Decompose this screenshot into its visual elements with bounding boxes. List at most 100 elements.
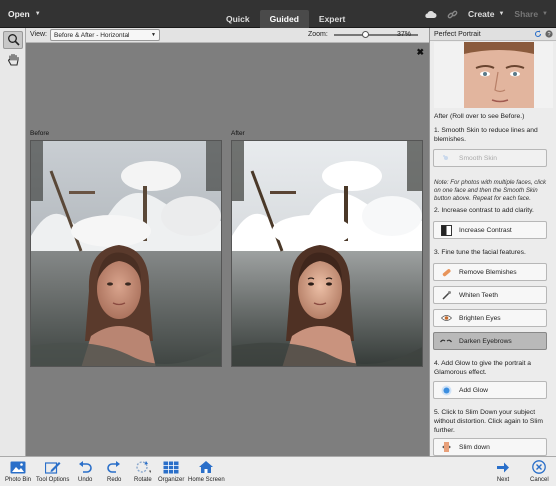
smooth-skin-button[interactable]: Smooth Skin [433,149,547,167]
step-2-text: 2. Increase contrast to add clarity. [434,207,534,214]
before-label: Before [30,130,50,137]
undo-icon [78,459,92,475]
cloud-icon[interactable] [424,10,437,19]
next-arrow-icon [496,459,510,475]
step-1-text: 1. Smooth Skin to reduce lines and blemi… [434,127,538,143]
tab-expert[interactable]: Expert [309,10,355,28]
slim-icon [440,441,452,453]
view-select[interactable]: Before & After - Horizontal ▼ [50,29,160,41]
cancel-button[interactable]: Cancel [530,459,549,483]
tab-quick[interactable]: Quick [216,10,260,28]
organizer-icon [163,459,179,475]
mode-tabs: Quick Guided Expert [216,10,355,28]
options-bar: View: Before & After - Horizontal ▼ Zoom… [26,28,429,43]
share-button[interactable]: Share ▼ [514,9,548,19]
cancel-label: Cancel [530,477,549,483]
darken-eyebrows-button[interactable]: Darken Eyebrows [433,332,547,350]
step-5-text: 5. Click to Slim Down your subject witho… [434,409,543,434]
undo-button[interactable]: Undo [78,459,92,483]
create-button[interactable]: Create ▼ [468,9,504,19]
next-button[interactable]: Next [496,459,510,483]
chevron-down-icon: ▼ [151,32,156,38]
glow-icon [440,384,452,396]
bottom-bar: Photo Bin Tool Options Undo Redo ▾ Rotat… [0,456,556,486]
remove-blemishes-label: Remove Blemishes [459,268,517,276]
chevron-down-icon: ▼ [542,11,548,17]
add-glow-button[interactable]: Add Glow [433,381,547,399]
eyebrow-icon [440,335,452,347]
intro-text: After (Roll over to see Before.) [434,113,525,120]
rotate-button[interactable]: ▾ Rotate [134,459,152,483]
panel-title: Perfect Portrait [434,31,481,38]
top-right-controls: Create ▼ Share ▼ [424,7,548,21]
add-glow-label: Add Glow [459,386,488,394]
zoom-slider-knob[interactable] [361,31,369,38]
zoom-label: Zoom: [308,31,328,38]
top-bar: Open ▼ Quick Guided Expert Create ▼ Shar… [0,0,556,28]
after-photo[interactable] [231,140,423,367]
cancel-icon [532,459,547,475]
tool-options-icon [44,459,61,475]
panel-scrollbar[interactable] [551,58,555,448]
search-icon [7,33,20,48]
svg-text:?: ? [547,32,550,38]
smooth-skin-icon [440,152,452,164]
next-label: Next [496,477,510,483]
canvas-area: ✖ Before After [26,43,429,456]
svg-text:▾: ▾ [149,469,151,474]
home-screen-label: Home Screen [188,477,225,483]
contrast-icon [440,224,452,236]
smooth-skin-label: Smooth Skin [459,154,497,162]
photo-bin-icon [10,459,26,475]
slim-down-button[interactable]: Slim down [433,438,547,456]
undo-label: Undo [78,477,93,483]
brush-icon [440,289,452,301]
organizer-button[interactable]: Organizer [158,459,184,483]
remove-blemishes-button[interactable]: Remove Blemishes [433,263,547,281]
chevron-down-icon: ▼ [34,11,41,17]
brighten-eyes-label: Brighten Eyes [459,314,501,322]
slim-down-label: Slim down [459,443,490,451]
view-select-value: Before & After - Horizontal [54,31,130,39]
help-icon[interactable]: ? [545,30,553,40]
open-label: Open [8,9,30,19]
before-photo[interactable] [30,140,222,367]
organizer-label: Organizer [158,477,185,483]
brighten-eyes-button[interactable]: Brighten Eyes [433,309,547,327]
view-label: View: [30,31,47,38]
zoom-value: 37% [397,31,412,38]
close-icon[interactable]: ✖ [416,47,424,58]
guided-panel: Perfect Portrait ? After (Roll over to s… [429,28,556,456]
chevron-down-icon: ▼ [498,11,505,17]
create-label: Create [468,9,495,19]
darken-eyebrows-label: Darken Eyebrows [459,337,512,345]
home-screen-button[interactable]: Home Screen [188,459,225,483]
redo-button[interactable]: Redo [107,459,121,483]
left-toolbar [0,28,26,456]
increase-contrast-button[interactable]: Increase Contrast [433,221,547,239]
photo-bin-button[interactable]: Photo Bin [5,459,31,483]
eye-icon [440,312,452,324]
rotate-label: Rotate [134,477,152,483]
step-4-text: 4. Add Glow to give the portrait a Glamo… [434,360,532,376]
bandage-icon [440,266,452,278]
whiten-teeth-label: Whiten Teeth [459,291,498,299]
refresh-icon[interactable] [534,30,542,40]
after-label: After [231,130,245,137]
hand-icon [7,53,20,69]
hand-tool[interactable] [3,52,23,70]
photo-bin-label: Photo Bin [5,477,32,483]
step-3-text: 3. Fine tune the facial features. [434,249,526,256]
share-label: Share [514,9,539,19]
rotate-icon: ▾ [135,459,151,475]
open-button[interactable]: Open ▼ [8,7,41,21]
portrait-thumbnail [434,42,553,108]
home-icon [198,459,214,475]
whiten-teeth-button[interactable]: Whiten Teeth [433,286,547,304]
zoom-tool[interactable] [3,31,23,49]
link-icon[interactable] [447,9,458,20]
tool-options-button[interactable]: Tool Options [36,459,69,483]
redo-label: Redo [107,477,122,483]
tool-options-label: Tool Options [36,477,70,483]
tab-guided[interactable]: Guided [259,10,309,28]
